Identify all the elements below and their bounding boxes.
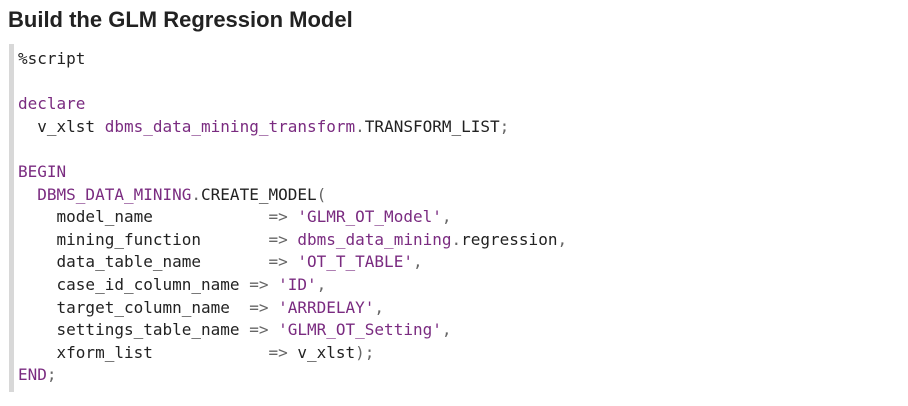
code-line: v_xlst dbms_data_mining_transform.TRANSF… [18, 116, 894, 139]
param-line: model_name => 'GLMR_OT_Model', [18, 206, 894, 229]
keyword-declare: declare [18, 94, 86, 114]
comma: , [374, 297, 385, 317]
arrow-operator: => [268, 252, 298, 272]
package-name: DBMS_DATA_MINING [37, 184, 192, 204]
code-line: declare [18, 93, 894, 116]
string-literal: 'OT_T_TABLE' [297, 252, 413, 272]
code-block: %script declare v_xlst dbms_data_mining_… [9, 44, 894, 392]
param-line: case_id_column_name => 'ID', [18, 274, 894, 297]
dot: . [191, 184, 202, 204]
arrow-operator: => [249, 320, 279, 340]
variable-name: v_xlst [297, 342, 356, 362]
code-line: DBMS_DATA_MINING.CREATE_MODEL( [18, 184, 894, 207]
param-name: settings_table_name [56, 320, 250, 340]
type-name: TRANSFORM_LIST [364, 116, 500, 136]
string-literal: 'GLMR_OT_Setting' [278, 320, 442, 340]
variable-name: v_xlst [37, 116, 105, 136]
string-literal: 'ARRDELAY' [278, 297, 375, 317]
semicolon: ; [46, 365, 57, 385]
code-line: END; [18, 364, 894, 387]
arrow-operator: => [249, 297, 279, 317]
param-name: model_name [56, 207, 269, 227]
param-line: settings_table_name => 'GLMR_OT_Setting'… [18, 319, 894, 342]
param-line: data_table_name => 'OT_T_TABLE', [18, 251, 894, 274]
param-name: case_id_column_name [56, 274, 250, 294]
comma: , [441, 320, 452, 340]
open-paren: ( [316, 184, 327, 204]
constant-name: regression [461, 229, 558, 249]
page-title: Build the GLM Regression Model [8, 7, 353, 32]
comma: , [441, 207, 452, 227]
param-name: target_column_name [56, 297, 250, 317]
dot: . [355, 116, 365, 136]
package-name: dbms_data_mining_transform [104, 116, 356, 136]
comma: , [557, 229, 568, 249]
param-name: xform_list [56, 342, 269, 362]
arrow-operator: => [268, 342, 298, 362]
param-line: mining_function => dbms_data_mining.regr… [18, 229, 894, 252]
arrow-operator: => [268, 207, 298, 227]
procedure-name: CREATE_MODEL [201, 184, 317, 204]
keyword-end: END [18, 365, 47, 385]
arrow-operator: => [249, 274, 279, 294]
dot: . [451, 229, 462, 249]
param-name: data_table_name [56, 252, 269, 272]
script-directive: %script [18, 49, 86, 68]
string-literal: 'ID' [278, 274, 317, 294]
keyword-begin: BEGIN [18, 161, 67, 181]
code-line: BEGIN [18, 161, 894, 184]
close-paren: ); [355, 342, 375, 362]
param-line: xform_list => v_xlst); [18, 342, 894, 365]
package-name: dbms_data_mining [297, 229, 452, 249]
param-name: mining_function [56, 229, 269, 249]
param-line: target_column_name => 'ARRDELAY', [18, 297, 894, 320]
arrow-operator: => [268, 229, 298, 249]
semicolon: ; [499, 116, 510, 136]
string-literal: 'GLMR_OT_Model' [297, 207, 442, 227]
comma: , [412, 252, 423, 272]
comma: , [316, 274, 327, 294]
code-line: %script [18, 48, 894, 71]
